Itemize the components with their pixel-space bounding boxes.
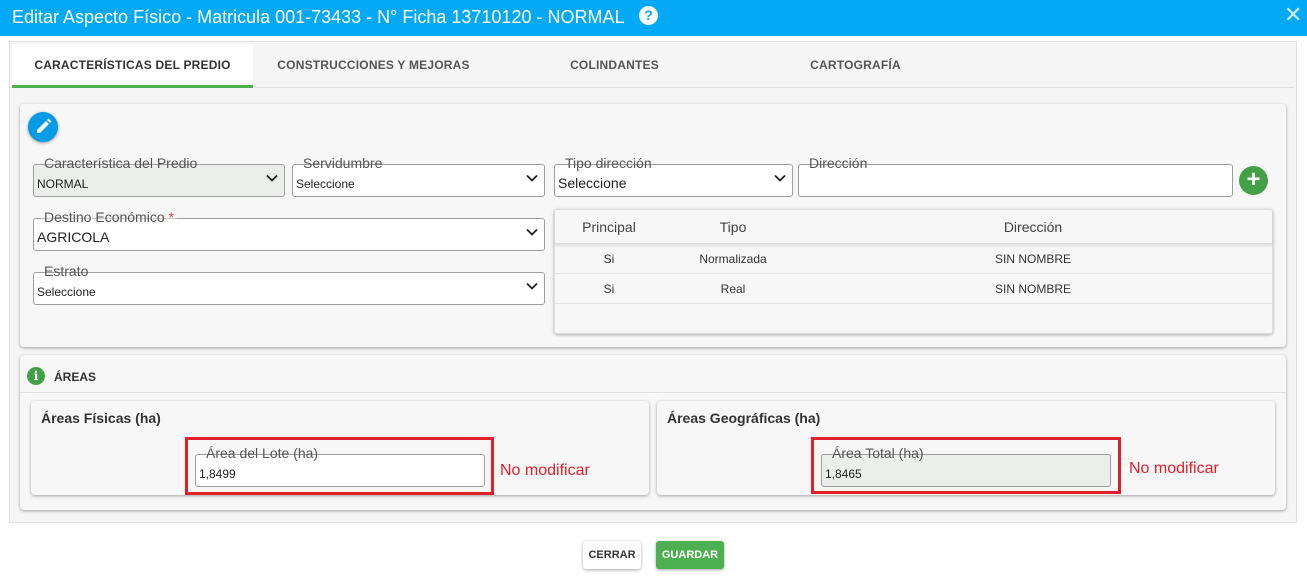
caracteristica-label: Característica del Predio <box>41 156 201 171</box>
window-title: Editar Aspecto Físico - Matricula 001-73… <box>12 7 625 27</box>
help-icon[interactable]: ? <box>639 6 658 25</box>
table-row[interactable]: Si Normalizada SIN NOMBRE <box>555 244 1272 274</box>
edit-button[interactable] <box>28 112 58 142</box>
tipo-direccion-label: Tipo dirección <box>562 156 655 171</box>
required-mark: * <box>168 209 174 225</box>
highlight-box <box>811 437 1121 494</box>
estrato-label: Estrato <box>41 264 92 279</box>
cell-principal: Si <box>603 282 615 296</box>
caracteristica-select[interactable]: Característica del Predio NORMAL <box>33 156 285 197</box>
table-header: Principal Tipo Dirección <box>555 210 1272 244</box>
areas-header <box>20 355 1286 393</box>
info-icon: i <box>27 367 45 385</box>
guardar-button[interactable]: GUARDAR <box>656 541 724 569</box>
caracteristica-value: NORMAL <box>37 177 89 191</box>
window-titlebar: Editar Aspecto Físico - Matricula 001-73… <box>0 0 1307 36</box>
area-total-note: No modificar <box>1129 460 1219 477</box>
cell-direccion: SIN NOMBRE <box>994 252 1071 266</box>
chevron-down-icon <box>526 228 538 236</box>
direccion-input[interactable]: Dirección <box>798 156 1233 197</box>
plus-icon: + <box>1246 166 1261 193</box>
chevron-down-icon <box>526 174 538 182</box>
estrato-select[interactable]: Estrato Seleccione <box>33 264 545 305</box>
column-header-principal[interactable]: Principal <box>555 219 663 235</box>
destino-label-text: Destino Económico <box>44 209 165 225</box>
destino-economico-select[interactable]: Destino Económico * AGRICOLA <box>33 210 545 251</box>
cell-tipo: Real <box>720 282 746 296</box>
servidumbre-value: Seleccione <box>296 177 355 191</box>
areas-fisicas-title: Áreas Físicas (ha) <box>41 410 161 426</box>
areas-title: ÁREAS <box>54 370 97 384</box>
add-direccion-button[interactable]: + <box>1239 166 1268 195</box>
chevron-down-icon <box>526 282 538 290</box>
chevron-down-icon <box>774 174 786 182</box>
destino-value: AGRICOLA <box>37 229 110 245</box>
cell-direccion: SIN NOMBRE <box>994 282 1071 296</box>
areas-geograficas-title: Áreas Geográficas (ha) <box>667 410 821 426</box>
tipo-direccion-value: Seleccione <box>558 175 627 191</box>
close-icon[interactable]: ✕ <box>1284 3 1302 27</box>
direcciones-table: Principal Tipo Dirección Si Normalizada … <box>554 209 1273 334</box>
direccion-label: Dirección <box>806 156 871 171</box>
tab-colindantes[interactable]: COLINDANTES <box>494 44 735 88</box>
destino-label: Destino Económico * <box>41 210 177 225</box>
column-header-direccion[interactable]: Dirección <box>803 219 1263 235</box>
chevron-down-icon <box>266 174 278 182</box>
tab-cartografia[interactable]: CARTOGRAFÍA <box>735 44 976 88</box>
tipo-direccion-select[interactable]: Tipo dirección Seleccione <box>554 156 793 197</box>
cell-principal: Si <box>603 252 615 266</box>
cell-tipo: Normalizada <box>699 252 767 266</box>
area-lote-note: No modificar <box>500 462 590 479</box>
tab-bar: CARACTERÍSTICAS DEL PREDIO CONSTRUCCIONE… <box>12 44 1294 88</box>
column-header-tipo[interactable]: Tipo <box>663 219 803 235</box>
servidumbre-label: Servidumbre <box>300 156 386 171</box>
tab-construcciones[interactable]: CONSTRUCCIONES Y MEJORAS <box>253 44 494 88</box>
pencil-icon <box>37 118 52 133</box>
highlight-box <box>185 437 494 495</box>
tab-caracteristicas[interactable]: CARACTERÍSTICAS DEL PREDIO <box>12 44 253 88</box>
servidumbre-select[interactable]: Servidumbre Seleccione <box>292 156 545 197</box>
cerrar-button[interactable]: CERRAR <box>583 541 641 569</box>
estrato-value: Seleccione <box>37 285 96 299</box>
table-row[interactable]: Si Real SIN NOMBRE <box>555 274 1272 304</box>
